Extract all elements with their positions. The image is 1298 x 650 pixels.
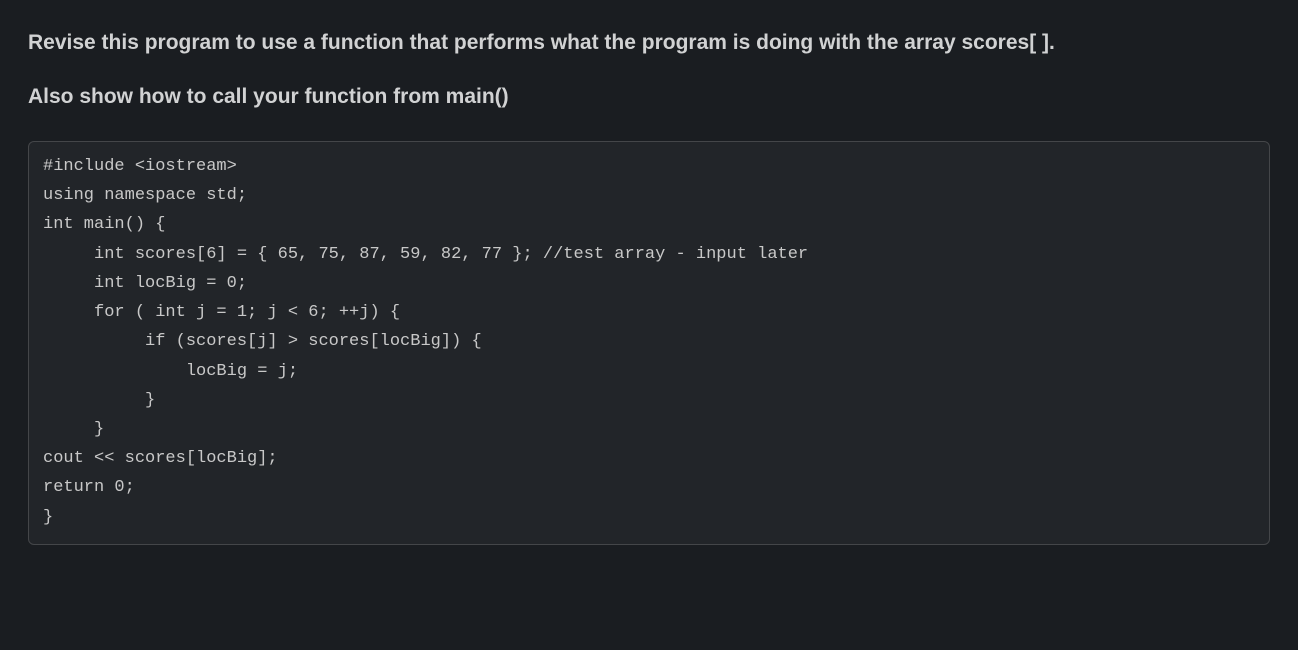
code-block: #include <iostream> using namespace std;… [28,141,1270,545]
instruction-paragraph-2: Also show how to call your function from… [28,82,1270,112]
instruction-paragraph-1: Revise this program to use a function th… [28,28,1270,58]
